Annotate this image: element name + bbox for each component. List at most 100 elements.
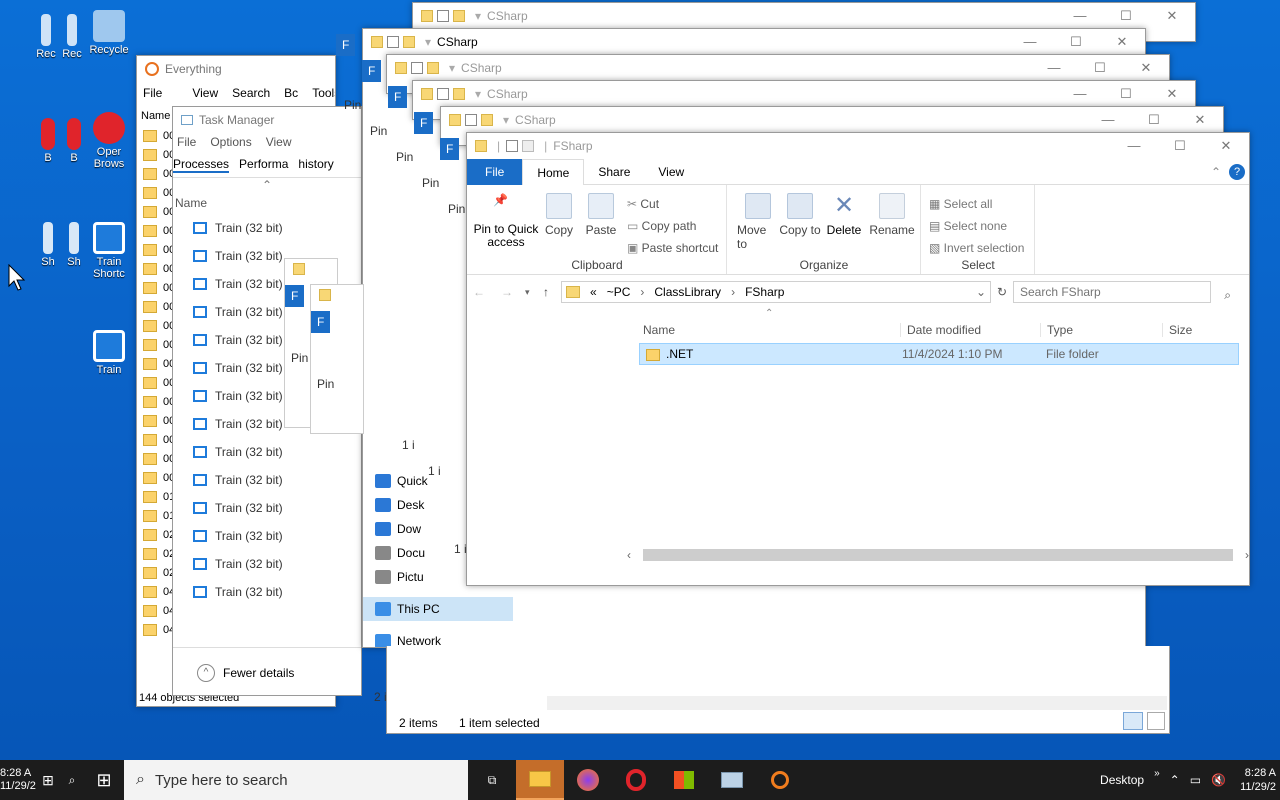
address-classlibrary[interactable]: ClassLibrary bbox=[654, 285, 721, 299]
csharp-titlebar-1[interactable]: ▾ CSharp — ☐ ✕ bbox=[413, 3, 1195, 29]
table-row[interactable]: Train (32 bit) bbox=[173, 550, 361, 578]
scroll-right-icon[interactable]: › bbox=[1233, 548, 1249, 562]
left-search-button[interactable]: ⌕ bbox=[60, 760, 84, 800]
select-all-button[interactable]: ▦ Select all bbox=[929, 193, 1024, 215]
network-icon[interactable]: ▭ bbox=[1190, 773, 1201, 787]
fsharp-horizontal-scrollbar[interactable]: ‹ › bbox=[627, 547, 1249, 563]
tm-menu-file[interactable]: File bbox=[177, 135, 196, 149]
address-fsharp[interactable]: FSharp bbox=[745, 285, 784, 299]
csharp-titlebar-3[interactable]: ▾ CSharp — ☐ ✕ bbox=[387, 55, 1169, 81]
taskbar-task-manager[interactable] bbox=[708, 760, 756, 800]
collapse-ribbon-icon[interactable]: ⌃ bbox=[1211, 165, 1229, 179]
small-explorer-fragment-2[interactable]: F Pin bbox=[310, 284, 364, 434]
desktop-icon-train[interactable]: Train bbox=[86, 330, 132, 376]
col-date-modified[interactable]: Date modified bbox=[901, 323, 1041, 337]
copy-to-button[interactable]: Copy to bbox=[779, 193, 821, 251]
task-view-button[interactable]: ⧉ bbox=[468, 760, 516, 800]
desktop-icon-train-shortcut[interactable]: Train Shortc bbox=[86, 222, 132, 280]
close-icon[interactable]: ✕ bbox=[1203, 138, 1249, 154]
taskbar-store[interactable] bbox=[660, 760, 708, 800]
table-row[interactable]: Train (32 bit) bbox=[173, 438, 361, 466]
tab-share[interactable]: Share bbox=[584, 165, 644, 179]
table-row[interactable]: Train (32 bit) bbox=[173, 214, 361, 242]
col-size[interactable]: Size bbox=[1163, 323, 1192, 337]
search-input[interactable] bbox=[1013, 281, 1211, 303]
address-pc[interactable]: ~PC bbox=[607, 285, 631, 299]
close-icon[interactable]: ✕ bbox=[1149, 8, 1195, 24]
tm-menu-options[interactable]: Options bbox=[210, 135, 251, 149]
behind-file-tab-1[interactable]: F bbox=[336, 34, 356, 56]
close-icon[interactable]: ✕ bbox=[1177, 112, 1223, 128]
copy-button[interactable]: Copy bbox=[539, 193, 579, 249]
behind-file-tab-5[interactable]: F bbox=[440, 138, 460, 160]
menu-view[interactable]: View bbox=[192, 86, 218, 100]
up-arrow-icon[interactable]: ↑ bbox=[543, 285, 561, 299]
start-button[interactable]: ⊞ bbox=[84, 760, 124, 800]
tab-file[interactable]: File bbox=[467, 158, 523, 185]
address-overflow[interactable]: « bbox=[590, 285, 597, 299]
taskbar-search-box[interactable]: ⌕ Type here to search bbox=[124, 760, 468, 800]
scroll-thumb[interactable] bbox=[643, 549, 1233, 561]
menu-search[interactable]: Search bbox=[232, 86, 270, 100]
cut-button[interactable]: ✂ Cut bbox=[627, 193, 718, 215]
address-bar[interactable]: « ~PC › ClassLibrary › FSharp ⌄ bbox=[561, 281, 991, 303]
clock[interactable]: 8:28 A 11/29/2 bbox=[1236, 766, 1276, 794]
menu-tools[interactable]: Tools bbox=[312, 86, 335, 100]
tab-processes[interactable]: Processes bbox=[173, 157, 230, 173]
file-row[interactable]: .NET 11/4/2024 1:10 PM File folder bbox=[639, 343, 1239, 365]
maximize-icon[interactable]: ☐ bbox=[1103, 86, 1149, 102]
taskbar-firefox[interactable] bbox=[564, 760, 612, 800]
maximize-icon[interactable]: ☐ bbox=[1131, 112, 1177, 128]
paste-shortcut-button[interactable]: ▣ Paste shortcut bbox=[627, 237, 718, 259]
task-manager-titlebar[interactable]: Task Manager bbox=[173, 107, 361, 133]
close-icon[interactable]: ✕ bbox=[1099, 34, 1145, 50]
recent-chevron-icon[interactable]: ▾ bbox=[525, 287, 543, 298]
volume-muted-icon[interactable]: 🔇 bbox=[1211, 773, 1226, 787]
fragment-file-tab-2[interactable]: F bbox=[311, 311, 331, 333]
move-to-button[interactable]: Move to bbox=[737, 193, 779, 251]
paste-button[interactable]: Paste bbox=[579, 193, 623, 249]
minimize-icon[interactable]: — bbox=[1111, 138, 1157, 154]
csharp-titlebar-5[interactable]: ▾ CSharp — ☐ ✕ bbox=[441, 107, 1223, 133]
table-row[interactable]: Train (32 bit) bbox=[173, 578, 361, 606]
behind-file-tab-3[interactable]: F bbox=[388, 86, 408, 108]
tray-chevron-icon[interactable]: ⌃ bbox=[1170, 773, 1180, 787]
maximize-icon[interactable]: ☐ bbox=[1103, 8, 1149, 24]
fewer-details-button[interactable]: ^ Fewer details bbox=[173, 647, 361, 695]
menu-bc[interactable]: Bc bbox=[284, 86, 298, 100]
tab-home[interactable]: Home bbox=[522, 158, 585, 185]
desktop-icon-opera[interactable]: Oper Brows bbox=[86, 112, 132, 170]
fragment-file-tab-1[interactable]: F bbox=[285, 285, 305, 307]
fsharp-titlebar[interactable]: | | FSharp — ☐ ✕ bbox=[467, 133, 1249, 159]
tm-col-name[interactable]: Name bbox=[173, 192, 361, 214]
help-icon[interactable]: ? bbox=[1229, 163, 1245, 180]
behind-file-tab-2[interactable]: F bbox=[362, 60, 382, 82]
maximize-icon[interactable]: ☐ bbox=[1157, 138, 1203, 154]
minimize-icon[interactable]: — bbox=[1007, 34, 1053, 50]
close-icon[interactable]: ✕ bbox=[1123, 60, 1169, 76]
csharp-titlebar-2[interactable]: ▾ CSharp — ☐ ✕ bbox=[363, 29, 1145, 55]
tm-menu-view[interactable]: View bbox=[266, 135, 292, 149]
desktop-icon-recycle-bin[interactable]: Recycle bbox=[84, 10, 134, 56]
col-type[interactable]: Type bbox=[1041, 323, 1163, 337]
back-arrow-icon[interactable]: ← bbox=[473, 285, 501, 299]
large-icons-view-icon[interactable] bbox=[1147, 712, 1165, 730]
fsharp-explorer-window[interactable]: | | FSharp — ☐ ✕ File Home Share View ⌃ ? … bbox=[466, 132, 1250, 586]
minimize-icon[interactable]: — bbox=[1031, 60, 1077, 76]
minimize-icon[interactable]: — bbox=[1057, 86, 1103, 102]
toolbar-chevron-icon[interactable]: » bbox=[1154, 768, 1160, 779]
close-icon[interactable]: ✕ bbox=[1149, 86, 1195, 102]
forward-arrow-icon[interactable]: → bbox=[501, 285, 525, 299]
rename-button[interactable]: Rename bbox=[867, 193, 917, 251]
taskbar-file-explorer[interactable] bbox=[516, 760, 564, 800]
everything-titlebar[interactable]: Everything bbox=[137, 56, 335, 82]
menu-file[interactable]: File bbox=[143, 86, 162, 100]
refresh-icon[interactable]: ↻ bbox=[991, 285, 1013, 299]
csharp-titlebar-4[interactable]: ▾ CSharp — ☐ ✕ bbox=[413, 81, 1195, 107]
minimize-icon[interactable]: — bbox=[1085, 112, 1131, 128]
pin-to-quick-access-button[interactable]: 📌 Pin to Quick access bbox=[473, 193, 539, 249]
details-view-icon[interactable] bbox=[1123, 712, 1143, 730]
table-row[interactable]: Train (32 bit) bbox=[173, 494, 361, 522]
maximize-icon[interactable]: ☐ bbox=[1077, 60, 1123, 76]
taskbar-everything[interactable] bbox=[756, 760, 804, 800]
